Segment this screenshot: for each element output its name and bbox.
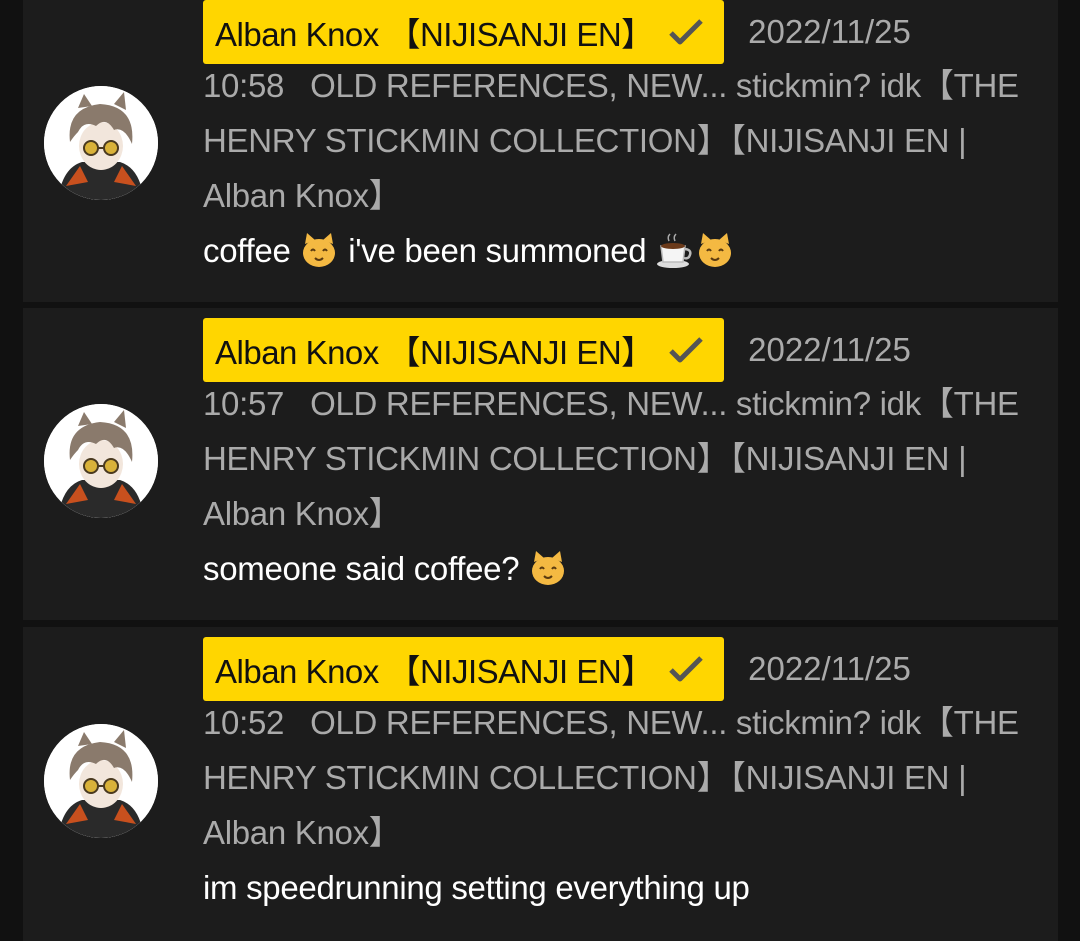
comment-meta: 10:52 OLD REFERENCES, NEW... stickmin? id…	[203, 695, 1043, 860]
avatar[interactable]	[44, 86, 158, 200]
comment-card[interactable]: Alban Knox 【NIJISANJI EN】 2022/11/25 10:…	[23, 0, 1058, 302]
author-badge[interactable]: Alban Knox 【NIJISANJI EN】	[203, 318, 724, 382]
comment-meta: 10:58 OLD REFERENCES, NEW... stickmin? id…	[203, 58, 1043, 223]
message-text: coffee	[203, 232, 291, 269]
avatar[interactable]	[44, 404, 158, 518]
cat-face-icon	[303, 233, 336, 268]
avatar-image	[44, 404, 158, 518]
comment-header: Alban Knox 【NIJISANJI EN】 2022/11/25	[203, 637, 1043, 701]
author-badge[interactable]: Alban Knox 【NIJISANJI EN】	[203, 637, 724, 701]
message-text: im speedrunning setting everything up	[203, 869, 750, 906]
avatar-image	[44, 86, 158, 200]
cat-face-icon	[532, 551, 565, 586]
comment-date: 2022/11/25	[748, 650, 911, 687]
comment-date: 2022/11/25	[748, 331, 911, 368]
video-title-link[interactable]: OLD REFERENCES, NEW... stickmin? idk【THE…	[203, 704, 1019, 851]
verified-check-icon	[668, 337, 703, 363]
comment-card[interactable]: Alban Knox 【NIJISANJI EN】 2022/11/25 10:…	[23, 627, 1058, 941]
comment-content: Alban Knox 【NIJISANJI EN】 2022/11/25 10:…	[203, 318, 1043, 596]
comment-content: Alban Knox 【NIJISANJI EN】 2022/11/25 10:…	[203, 0, 1043, 278]
comment-time: 10:57	[203, 385, 285, 422]
comment-time: 10:52	[203, 704, 285, 741]
comment-date: 2022/11/25	[748, 13, 911, 50]
comment-message: someone said coffee?	[203, 541, 1043, 596]
verified-check-icon	[668, 19, 703, 45]
author-name: Alban Knox 【NIJISANJI EN】	[215, 334, 654, 371]
comment-header: Alban Knox 【NIJISANJI EN】 2022/11/25	[203, 0, 1043, 64]
message-text: someone said coffee?	[203, 550, 520, 587]
comment-message: coffee i've been summoned	[203, 223, 1043, 278]
author-name: Alban Knox 【NIJISANJI EN】	[215, 16, 654, 53]
comment-time: 10:58	[203, 67, 285, 104]
comment-card[interactable]: Alban Knox 【NIJISANJI EN】 2022/11/25 10:…	[23, 308, 1058, 620]
verified-check-icon	[668, 656, 703, 682]
author-name: Alban Knox 【NIJISANJI EN】	[215, 653, 654, 690]
comment-header: Alban Knox 【NIJISANJI EN】 2022/11/25	[203, 318, 1043, 382]
avatar[interactable]	[44, 724, 158, 838]
comment-message: im speedrunning setting everything up	[203, 860, 1043, 915]
video-title-link[interactable]: OLD REFERENCES, NEW... stickmin? idk【THE…	[203, 67, 1019, 214]
message-text-mid: i've been summoned	[348, 232, 647, 269]
avatar-image	[44, 724, 158, 838]
cat-face-icon	[699, 233, 732, 268]
comment-meta: 10:57 OLD REFERENCES, NEW... stickmin? id…	[203, 376, 1043, 541]
comment-content: Alban Knox 【NIJISANJI EN】 2022/11/25 10:…	[203, 637, 1043, 915]
video-title-link[interactable]: OLD REFERENCES, NEW... stickmin? idk【THE…	[203, 385, 1019, 532]
author-badge[interactable]: Alban Knox 【NIJISANJI EN】	[203, 0, 724, 64]
coffee-cup-icon	[657, 233, 692, 269]
comment-feed: Alban Knox 【NIJISANJI EN】 2022/11/25 10:…	[0, 0, 1080, 941]
